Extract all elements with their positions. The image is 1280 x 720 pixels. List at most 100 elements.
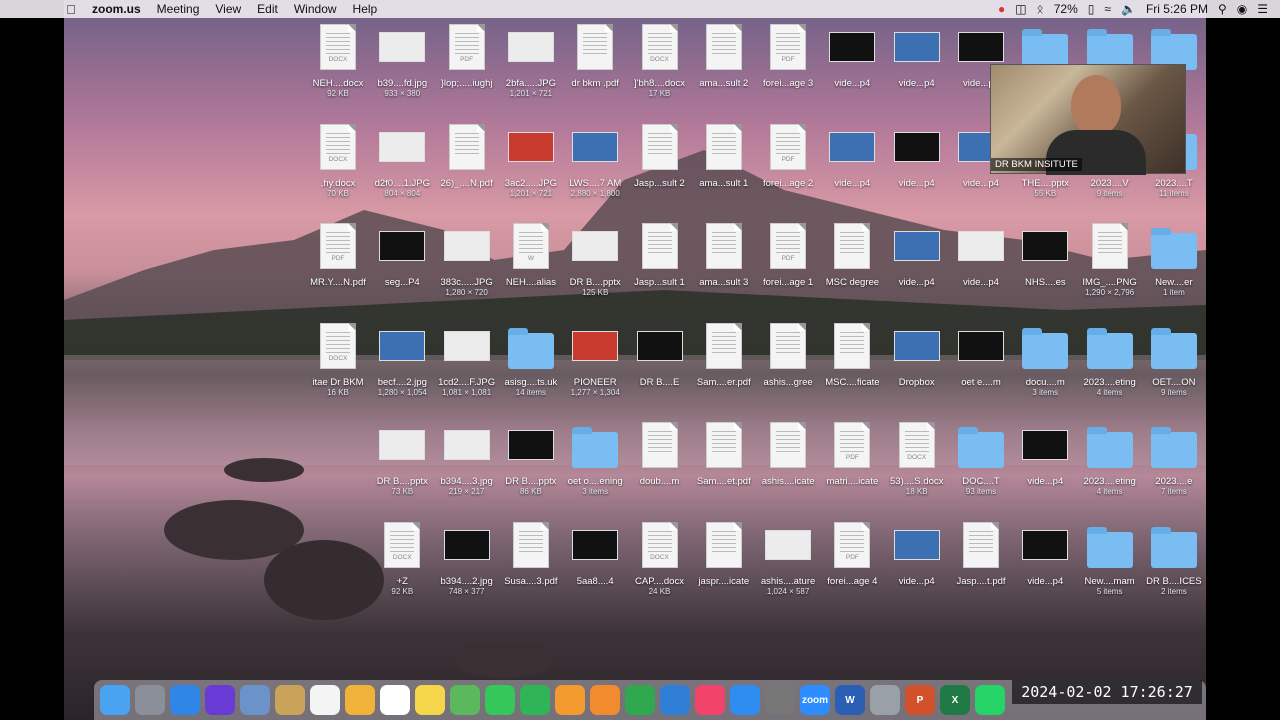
desktop-file[interactable]: PDF MR.Y....N.pdf — [306, 221, 370, 288]
screenshot-icon[interactable] — [870, 685, 900, 715]
desktop-file[interactable]: 383c.....JPG 1,280 × 720 — [435, 221, 499, 298]
desktop-file[interactable]: doub....m — [628, 420, 692, 487]
desktop-file[interactable]: Dropbox — [885, 321, 949, 388]
menu-help[interactable]: Help — [345, 2, 386, 16]
desktop-file[interactable]: Jasp...sult 1 — [628, 221, 692, 288]
menu-app-name[interactable]: zoom.us — [84, 2, 149, 16]
siri-icon[interactable] — [205, 685, 235, 715]
desktop-file[interactable]: vide...p4 — [820, 22, 884, 89]
volume-icon[interactable]: 🔈 — [1121, 2, 1136, 16]
desktop-file[interactable]: b39....fd.jpg 933 × 380 — [370, 22, 434, 99]
spotlight-icon[interactable]: ⚲ — [1218, 2, 1227, 16]
desktop-file[interactable]: 1cd2....F.JPG 1,081 × 1,081 — [435, 321, 499, 398]
bluetooth-icon[interactable]: ᛟ — [1037, 2, 1044, 16]
desktop-folder[interactable]: DOC....T 93 items — [949, 420, 1013, 497]
desktop-file[interactable]: DOCX]'bh8....docx 17 KB — [628, 22, 692, 99]
wifi-icon[interactable]: ≈ — [1104, 2, 1111, 16]
desktop-folder[interactable]: asisg....ts.uk 14 items — [499, 321, 563, 398]
keynote-icon[interactable] — [660, 685, 690, 715]
menu-window[interactable]: Window — [286, 2, 345, 16]
desktop-file[interactable]: PDF forei...age 1 — [756, 221, 820, 288]
desktop-file[interactable]: 26)_....N.pdf — [435, 122, 499, 189]
desktop-file[interactable]: dr bkm .pdf — [563, 22, 627, 89]
finder-icon[interactable] — [100, 685, 130, 715]
desktop-file[interactable]: ashis....icate — [756, 420, 820, 487]
desktop-folder[interactable]: DR B....ICES 2 items — [1142, 520, 1206, 597]
notes-folder-icon[interactable] — [275, 685, 305, 715]
desktop-folder[interactable]: New....mam 5 items — [1078, 520, 1142, 597]
desktop-file[interactable]: oet e....m — [949, 321, 1013, 388]
notes-icon[interactable] — [415, 685, 445, 715]
preview-icon[interactable] — [240, 685, 270, 715]
menu-view[interactable]: View — [207, 2, 249, 16]
control-center-icon[interactable]: ☰ — [1257, 2, 1268, 16]
desktop-file[interactable]: PIONEER 1,277 × 1,304 — [563, 321, 627, 398]
desktop-file[interactable]: W NEH....alias — [499, 221, 563, 288]
zoom-video-tile[interactable]: DR BKM INSITUTE — [990, 64, 1186, 175]
desktop-file[interactable]: ama...sult 3 — [692, 221, 756, 288]
desktop-file[interactable]: ama...sult 2 — [692, 22, 756, 89]
desktop-file[interactable]: DOCX CAP....docx 24 KB — [628, 520, 692, 597]
desktop-file[interactable]: NHS....es — [1013, 221, 1077, 288]
music-icon[interactable] — [695, 685, 725, 715]
desktop-file[interactable]: DOCX ,hy.docx 70 KB — [306, 122, 370, 199]
powerpoint-icon[interactable]: P — [905, 685, 935, 715]
desktop-file[interactable]: vide...p4 — [885, 520, 949, 587]
word-icon[interactable]: W — [835, 685, 865, 715]
desktop-file[interactable]: b394....2.jpg 748 × 377 — [435, 520, 499, 597]
desktop-file[interactable]: 2bfa.....JPG 1,201 × 721 — [499, 22, 563, 99]
desktop-file[interactable]: vide...p4 — [1013, 420, 1077, 487]
desktop-file[interactable]: PDF forei...age 2 — [756, 122, 820, 189]
desktop-file[interactable]: MSC degree — [820, 221, 884, 288]
desktop-file[interactable]: ashis....ature 1,024 × 587 — [756, 520, 820, 597]
desktop-file[interactable]: jaspr....icate — [692, 520, 756, 587]
photos-icon[interactable] — [345, 685, 375, 715]
desktop-file[interactable]: PDF forei...age 3 — [756, 22, 820, 89]
desktop-file[interactable]: DR B....pptx 86 KB — [499, 420, 563, 497]
maps-icon[interactable] — [450, 685, 480, 715]
desktop-file[interactable]: Sam....er.pdf — [692, 321, 756, 388]
desktop-file[interactable]: 3ac2.....JPG 1,201 × 721 — [499, 122, 563, 199]
desktop-file[interactable]: becf....2.jpg 1,280 × 1,054 — [370, 321, 434, 398]
calendar-icon[interactable] — [310, 685, 340, 715]
desktop-file[interactable]: LWS....7 AM 2,880 × 1,800 — [563, 122, 627, 199]
desktop-file[interactable]: DR B....pptx 125 KB — [563, 221, 627, 298]
battery-icon[interactable]: ▯ — [1088, 2, 1095, 16]
zoom-status-icon[interactable]: ● — [998, 2, 1005, 16]
messages-icon[interactable] — [485, 685, 515, 715]
app-store-icon[interactable] — [730, 685, 760, 715]
desktop-file[interactable]: vide...p4 — [820, 122, 884, 189]
desktop-file[interactable]: ama...sult 1 — [692, 122, 756, 189]
desktop-file[interactable]: 5aa8....4 — [563, 520, 627, 587]
desktop-file[interactable]: DR B....pptx 73 KB — [370, 420, 434, 497]
desktop-folder[interactable]: 2023....eting 4 items — [1078, 420, 1142, 497]
zoom-icon[interactable]: zoom — [800, 685, 830, 715]
desktop-file[interactable]: vide...p4 — [1013, 520, 1077, 587]
siri-menu-icon[interactable]: ◉ — [1237, 2, 1247, 16]
desktop-file[interactable]: vide...p4 — [885, 221, 949, 288]
books-icon[interactable] — [590, 685, 620, 715]
desktop-file[interactable]: b394....3.jpg 219 × 217 — [435, 420, 499, 497]
desktop-file[interactable]: DR B....E — [628, 321, 692, 388]
pages-icon[interactable] — [555, 685, 585, 715]
menu-clock[interactable]: Fri 5:26 PM — [1146, 2, 1208, 16]
whatsapp-icon[interactable] — [975, 685, 1005, 715]
desktop-file[interactable]: IMG_....PNG 1,290 × 2,796 — [1078, 221, 1142, 298]
desktop-folder[interactable]: New....er 1 item — [1142, 221, 1206, 298]
settings-icon[interactable] — [765, 685, 795, 715]
desktop-folder[interactable]: docu....m 3 items — [1013, 321, 1077, 398]
launchpad-icon[interactable] — [135, 685, 165, 715]
menu-meeting[interactable]: Meeting — [149, 2, 208, 16]
desktop-file[interactable]: seg...P4 — [370, 221, 434, 288]
desktop-file[interactable]: vide...p4 — [949, 221, 1013, 288]
desktop-folder[interactable]: oet o....ening 3 items — [563, 420, 627, 497]
desktop-folder[interactable]: 2023....e 7 items — [1142, 420, 1206, 497]
desktop-file[interactable]: PDF forei...age 4 — [820, 520, 884, 587]
desktop-file[interactable]: DOCX NEH....docx 92 KB — [306, 22, 370, 99]
desktop-file[interactable]: PDF matri....icate — [820, 420, 884, 487]
desktop-folder[interactable]: 2023....eting 4 items — [1078, 321, 1142, 398]
facetime-icon[interactable] — [520, 685, 550, 715]
desktop-file[interactable]: d2f0....1.JPG 804 × 804 — [370, 122, 434, 199]
apple-menu-icon[interactable]:  — [64, 2, 78, 17]
reminders-icon[interactable] — [380, 685, 410, 715]
